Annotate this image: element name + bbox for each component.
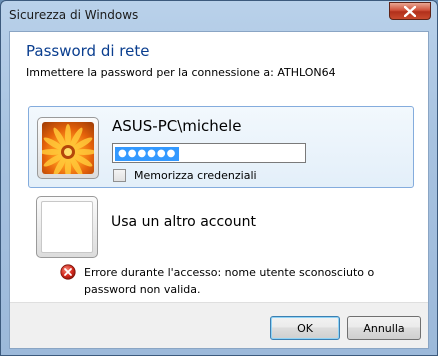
window-title: Sicurezza di Windows <box>9 8 139 22</box>
dialog-heading: Password di rete <box>26 42 150 60</box>
other-account-label: Usa un altro account <box>111 214 256 230</box>
security-dialog: Sicurezza di Windows Password di rete Im… <box>0 0 438 356</box>
remember-credentials-option[interactable]: Memorizza credenziali <box>113 169 257 182</box>
cancel-button[interactable]: Annulla <box>347 316 421 340</box>
error-message: Errore durante l'accesso: nome utente sc… <box>84 266 375 296</box>
flower-picture-icon <box>42 122 94 174</box>
remember-credentials-checkbox[interactable] <box>113 169 126 182</box>
account-name: ASUS-PC\michele <box>112 117 242 135</box>
avatar <box>37 117 99 179</box>
error-icon <box>60 264 76 280</box>
user-credential-tile[interactable]: ASUS-PC\michele ●●●●●● Memorizza credenz… <box>28 106 414 188</box>
blank-picture-icon <box>41 201 93 253</box>
close-button[interactable] <box>389 2 431 20</box>
ok-button[interactable]: OK <box>270 316 340 340</box>
remember-credentials-label: Memorizza credenziali <box>134 169 257 182</box>
dialog-body: Password di rete Immettere la password p… <box>9 31 429 349</box>
blank-avatar <box>36 196 98 258</box>
title-bar[interactable]: Sicurezza di Windows <box>1 1 437 31</box>
close-icon <box>404 5 416 17</box>
dialog-instruction: Immettere la password per la connessione… <box>26 66 336 79</box>
password-field[interactable]: ●●●●●● <box>112 143 306 163</box>
password-value: ●●●●●● <box>115 147 180 161</box>
other-account-tile[interactable]: Usa un altro account <box>28 188 414 264</box>
